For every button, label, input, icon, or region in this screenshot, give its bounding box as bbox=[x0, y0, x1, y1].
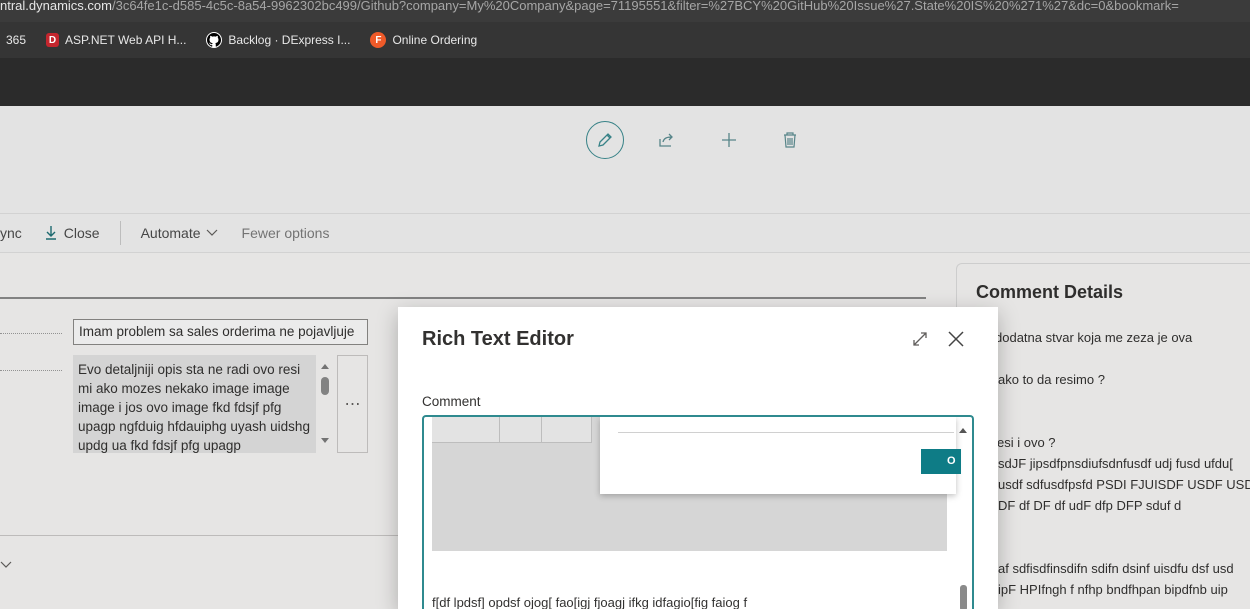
dialog-title: Rich Text Editor bbox=[422, 328, 574, 350]
flame-icon: F bbox=[370, 32, 387, 48]
partial-icon bbox=[2, 32, 4, 48]
image-cell bbox=[542, 417, 592, 443]
editor-text: f[df lpdsf] opdsf ojog[ fao[igj fjoagj i… bbox=[432, 595, 748, 609]
rich-text-editor[interactable]: O f[df lpdsf] opdsf ojog[ fao[igj fjoagj… bbox=[422, 415, 974, 609]
embedded-image: O bbox=[432, 417, 961, 551]
bookmark-online-ordering[interactable]: F Online Ordering bbox=[370, 32, 477, 48]
image-popup: O bbox=[600, 417, 961, 494]
close-button[interactable] bbox=[944, 327, 968, 351]
image-cell bbox=[500, 417, 542, 443]
github-icon bbox=[206, 32, 223, 48]
app-bar bbox=[0, 58, 1250, 106]
ok-button: O bbox=[921, 449, 961, 474]
bookmark-label: ASP.NET Web API H... bbox=[65, 33, 187, 47]
expand-icon bbox=[913, 332, 927, 346]
bookmark-label: 365 bbox=[6, 33, 27, 47]
rich-text-editor-dialog: Rich Text Editor Comment O f[df lpdsf] o… bbox=[398, 307, 998, 609]
image-cell bbox=[432, 417, 500, 443]
url-host: ntral.dynamics.com bbox=[0, 0, 112, 13]
comment-label: Comment bbox=[422, 394, 481, 409]
address-bar[interactable]: ntral.dynamics.com/3c64fe1c-d585-4c5c-8a… bbox=[0, 0, 1250, 22]
editor-scrollbar[interactable] bbox=[956, 421, 970, 609]
bookmarks-bar: 365 D ASP.NET Web API H... Backlog · DEx… bbox=[0, 22, 1250, 58]
bookmark-365[interactable]: 365 bbox=[2, 32, 26, 48]
close-icon bbox=[948, 331, 964, 347]
bookmark-backlog[interactable]: Backlog · DExpress I... bbox=[206, 32, 350, 48]
bookmark-label: Backlog · DExpress I... bbox=[228, 33, 351, 47]
expand-button[interactable] bbox=[908, 327, 932, 351]
divider bbox=[618, 432, 954, 433]
red-d-icon: D bbox=[46, 33, 60, 47]
url-path: /3c64fe1c-d585-4c5c-8a54-9962302bc499/Gi… bbox=[111, 0, 1179, 13]
bookmark-label: Online Ordering bbox=[392, 33, 478, 47]
bookmark-aspnet[interactable]: D ASP.NET Web API H... bbox=[46, 33, 186, 47]
